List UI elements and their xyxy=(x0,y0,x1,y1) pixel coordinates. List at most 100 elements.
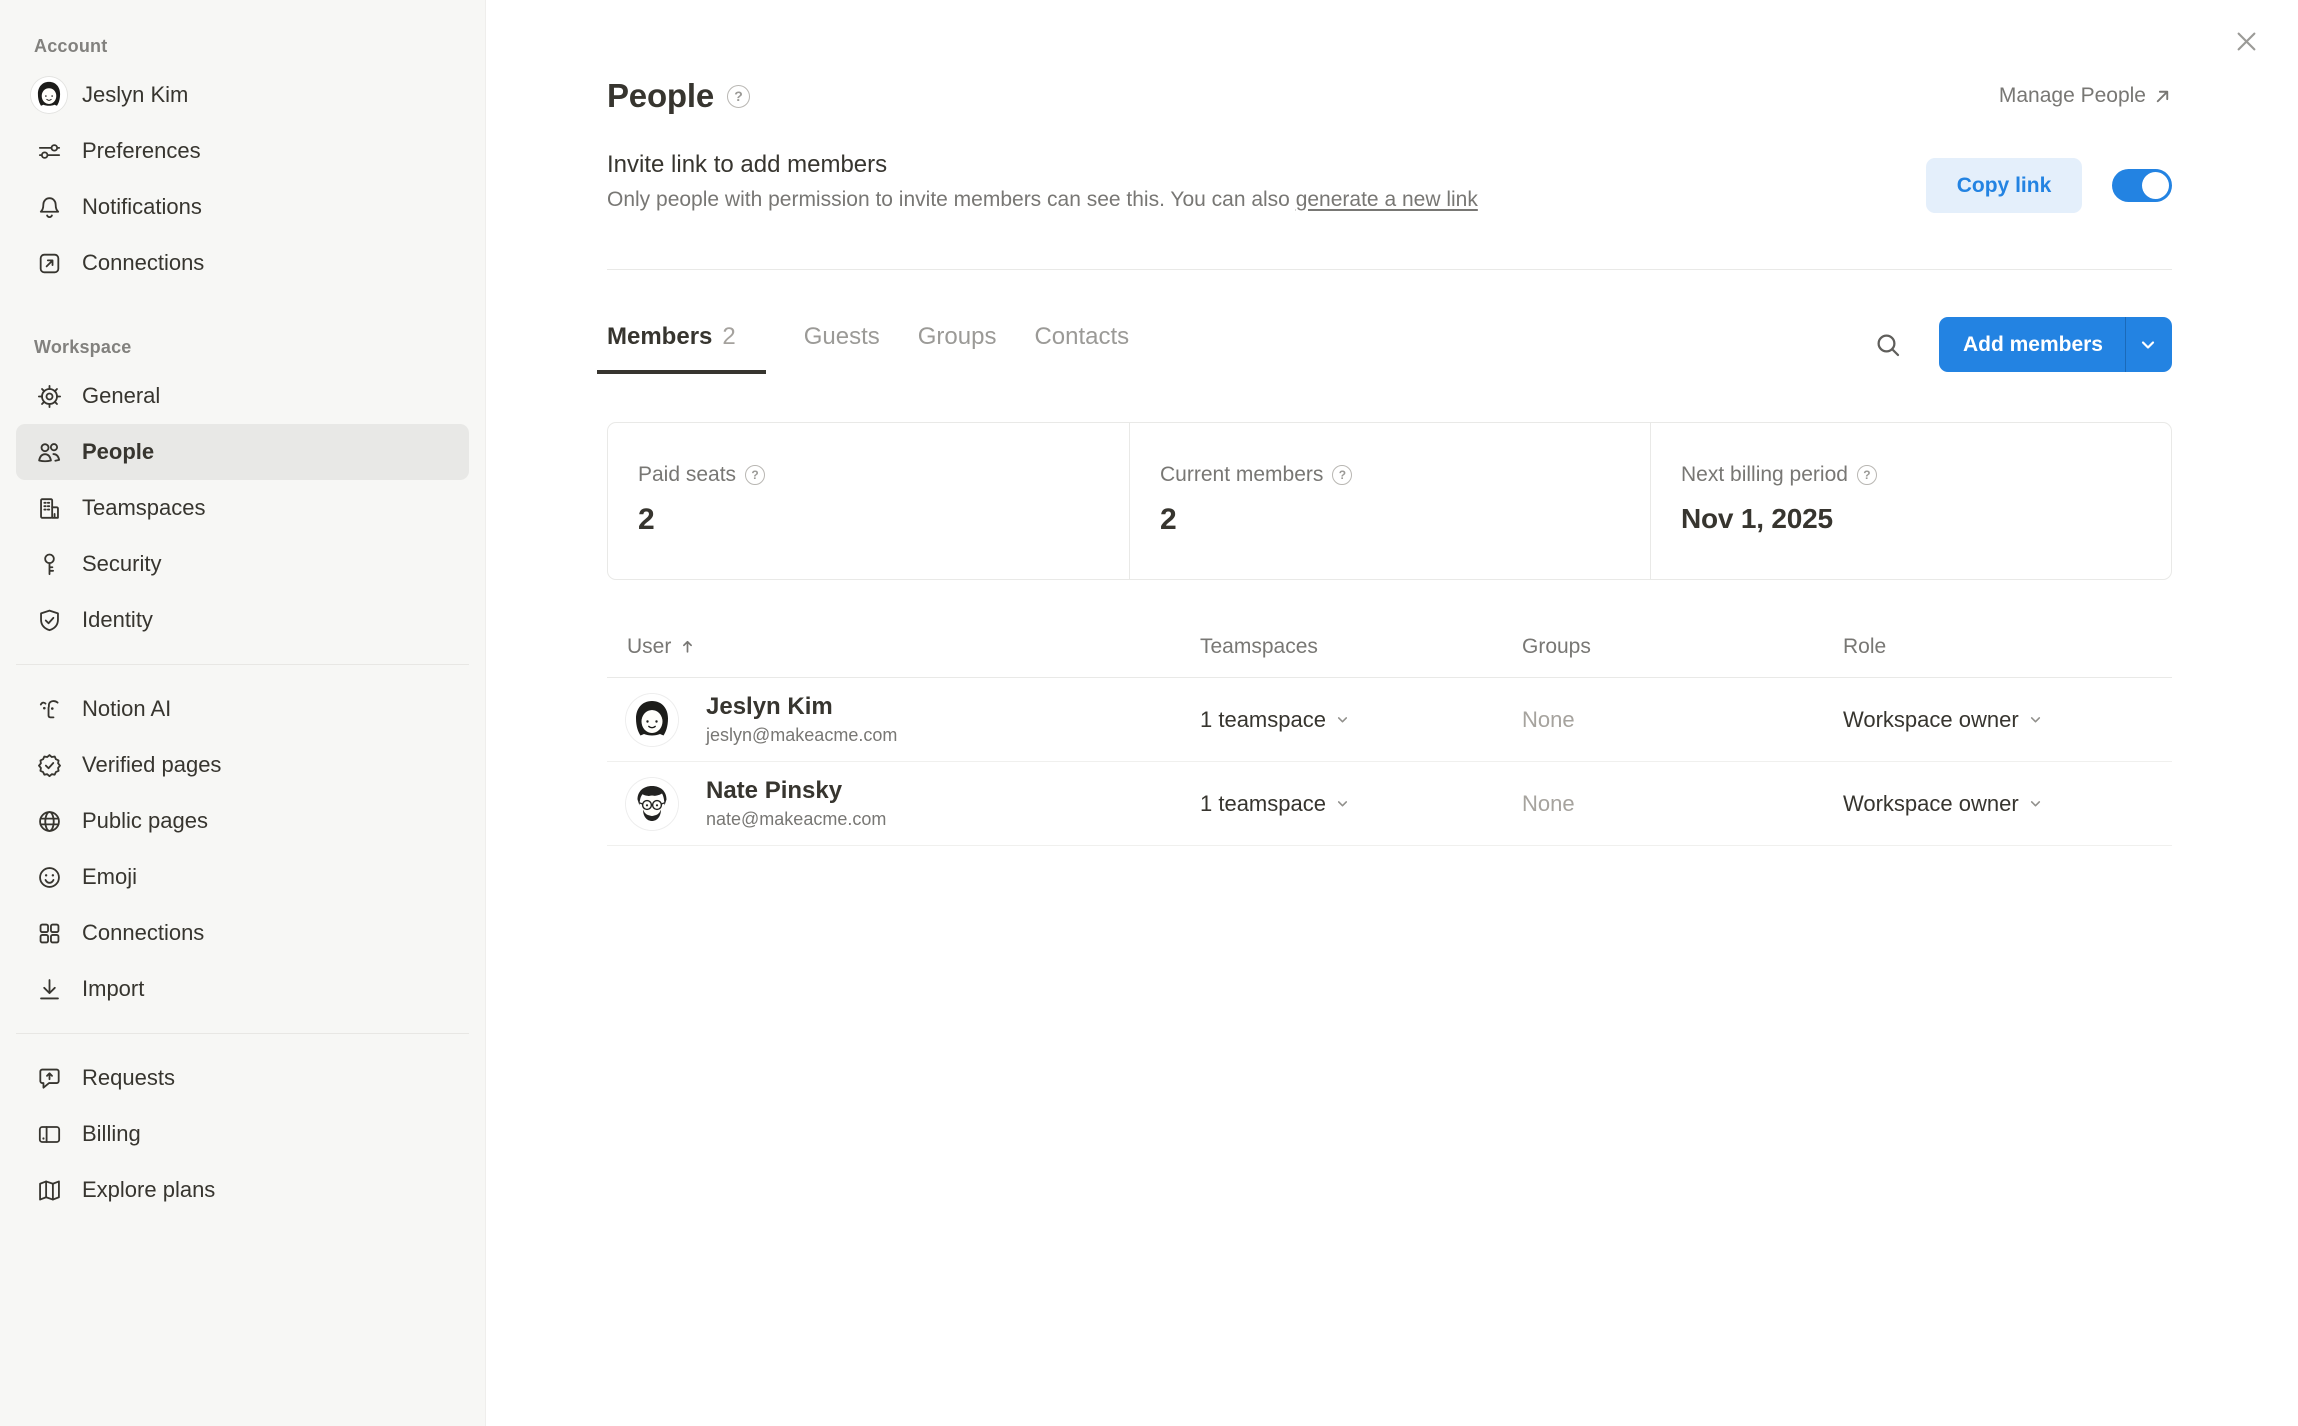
notion-ai-face-icon xyxy=(34,694,64,724)
column-header-groups[interactable]: Groups xyxy=(1522,635,1843,659)
current-members-value: 2 xyxy=(1160,503,1650,537)
settings-sidebar: Account Jeslyn Kim Preferences Notificat… xyxy=(0,0,486,1426)
user-avatar xyxy=(626,778,678,830)
member-email: jeslyn@makeacme.com xyxy=(706,725,897,746)
sidebar-item-account-profile[interactable]: Jeslyn Kim xyxy=(16,67,469,123)
teamspaces-select[interactable]: 1 teamspace xyxy=(1200,791,1522,817)
chevron-down-icon xyxy=(2028,712,2043,727)
search-icon[interactable] xyxy=(1873,330,1903,360)
sidebar-item-requests[interactable]: Requests xyxy=(16,1050,469,1106)
sidebar-item-label: Explore plans xyxy=(82,1177,215,1203)
external-link-square-icon xyxy=(34,248,64,278)
sidebar-item-label: Requests xyxy=(82,1065,175,1091)
sidebar-item-emoji[interactable]: Emoji xyxy=(16,849,469,905)
tab-contacts[interactable]: Contacts xyxy=(1034,323,1129,374)
smiley-icon xyxy=(34,862,64,892)
key-icon xyxy=(34,549,64,579)
close-icon[interactable] xyxy=(2233,28,2260,55)
sidebar-item-security[interactable]: Security xyxy=(16,536,469,592)
role-select[interactable]: Workspace owner xyxy=(1843,791,2172,817)
add-members-dropdown[interactable] xyxy=(2125,317,2172,372)
generate-new-link[interactable]: generate a new link xyxy=(1296,188,1478,211)
sidebar-item-people[interactable]: People xyxy=(16,424,469,480)
chevron-down-icon xyxy=(1335,712,1350,727)
invite-link-toggle[interactable] xyxy=(2112,169,2172,202)
people-icon xyxy=(34,437,64,467)
manage-people-link[interactable]: Manage People xyxy=(1999,84,2172,108)
help-icon[interactable]: ? xyxy=(745,465,765,485)
role-select[interactable]: Workspace owner xyxy=(1843,707,2172,733)
help-icon[interactable]: ? xyxy=(1857,465,1877,485)
copy-link-button[interactable]: Copy link xyxy=(1926,158,2082,213)
sidebar-item-preferences[interactable]: Preferences xyxy=(16,123,469,179)
member-name: Jeslyn Kim xyxy=(706,693,897,721)
sidebar-item-label: Connections xyxy=(82,920,204,946)
members-count-badge: 2 xyxy=(722,323,735,351)
bell-icon xyxy=(34,192,64,222)
sidebar-item-billing[interactable]: Billing xyxy=(16,1106,469,1162)
chevron-down-icon xyxy=(1335,796,1350,811)
sidebar-item-public-pages[interactable]: Public pages xyxy=(16,793,469,849)
sidebar-item-general[interactable]: General xyxy=(16,368,469,424)
sidebar-item-notifications[interactable]: Notifications xyxy=(16,179,469,235)
sidebar-item-import[interactable]: Import xyxy=(16,961,469,1017)
help-icon[interactable]: ? xyxy=(727,85,750,108)
user-cell: Jeslyn Kim jeslyn@makeacme.com xyxy=(607,693,1200,746)
user-cell: Nate Pinsky nate@makeacme.com xyxy=(607,777,1200,830)
sidebar-item-label: Notifications xyxy=(82,194,202,220)
sidebar-divider xyxy=(16,1033,469,1034)
map-icon xyxy=(34,1175,64,1205)
sidebar-item-label: Emoji xyxy=(82,864,137,890)
table-row: Nate Pinsky nate@makeacme.com 1 teamspac… xyxy=(607,762,2172,846)
sidebar-item-explore-plans[interactable]: Explore plans xyxy=(16,1162,469,1218)
sidebar-item-teamspaces[interactable]: Teamspaces xyxy=(16,480,469,536)
help-icon[interactable]: ? xyxy=(1332,465,1352,485)
sidebar-item-account-connections[interactable]: Connections xyxy=(16,235,469,291)
member-name: Nate Pinsky xyxy=(706,777,886,805)
sidebar-section-account: Account xyxy=(34,36,485,57)
tab-groups[interactable]: Groups xyxy=(918,323,997,374)
sidebar-item-label: Verified pages xyxy=(82,752,221,778)
sidebar-item-label: Identity xyxy=(82,607,153,633)
sort-ascending-icon xyxy=(679,638,696,655)
sidebar-item-label: Public pages xyxy=(82,808,208,834)
table-row: Jeslyn Kim jeslyn@makeacme.com 1 teamspa… xyxy=(607,678,2172,762)
sidebar-item-verified-pages[interactable]: Verified pages xyxy=(16,737,469,793)
sidebar-item-label: People xyxy=(82,439,154,465)
column-header-role[interactable]: Role xyxy=(1843,635,2172,659)
chevron-down-icon xyxy=(2028,796,2043,811)
globe-icon xyxy=(34,806,64,836)
next-billing-card: Next billing period ? Nov 1, 2025 xyxy=(1650,423,2171,579)
grid-icon xyxy=(34,918,64,948)
invite-link-title: Invite link to add members xyxy=(607,151,1478,179)
sidebar-item-label: Security xyxy=(82,551,161,577)
paid-seats-label: Paid seats xyxy=(638,463,736,487)
tab-guests[interactable]: Guests xyxy=(804,323,880,374)
current-members-card: Current members ? 2 xyxy=(1129,423,1650,579)
sidebar-item-label: Connections xyxy=(82,250,204,276)
invite-link-section: Invite link to add members Only people w… xyxy=(607,150,2172,213)
paid-seats-card: Paid seats ? 2 xyxy=(608,423,1129,579)
building-icon xyxy=(34,493,64,523)
sidebar-divider xyxy=(16,664,469,665)
column-header-teamspaces[interactable]: Teamspaces xyxy=(1200,635,1522,659)
shield-check-icon xyxy=(34,605,64,635)
tab-members[interactable]: Members 2 xyxy=(597,323,766,374)
column-header-user[interactable]: User xyxy=(607,635,1200,659)
sidebar-item-label: Billing xyxy=(82,1121,141,1147)
verified-badge-icon xyxy=(34,750,64,780)
manage-people-label: Manage People xyxy=(1999,84,2146,108)
sliders-icon xyxy=(34,136,64,166)
sidebar-item-identity[interactable]: Identity xyxy=(16,592,469,648)
sidebar-item-label: General xyxy=(82,383,160,409)
sidebar-item-label: Preferences xyxy=(82,138,201,164)
tabs: Members 2 Guests Groups Contacts xyxy=(607,323,1129,374)
import-download-icon xyxy=(34,974,64,1004)
teamspaces-select[interactable]: 1 teamspace xyxy=(1200,707,1522,733)
current-members-label: Current members xyxy=(1160,463,1323,487)
paid-seats-value: 2 xyxy=(638,503,1129,537)
sidebar-item-workspace-connections[interactable]: Connections xyxy=(16,905,469,961)
groups-value: None xyxy=(1522,707,1843,733)
sidebar-item-notion-ai[interactable]: Notion AI xyxy=(16,681,469,737)
add-members-button[interactable]: Add members xyxy=(1939,317,2172,372)
